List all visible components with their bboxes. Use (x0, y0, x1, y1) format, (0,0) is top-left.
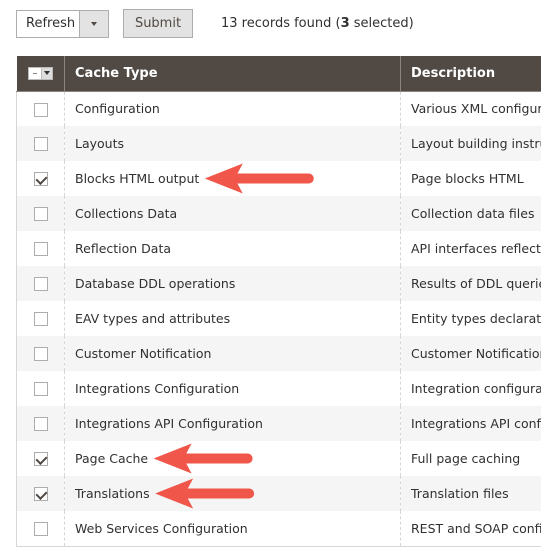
description-cell: Page blocks HTML (400, 161, 541, 196)
column-header-description[interactable]: Description (400, 56, 541, 92)
table-row[interactable]: ConfigurationVarious XML configurations (16, 91, 541, 126)
row-select-cell (16, 126, 65, 161)
row-select-cell (16, 91, 65, 126)
row-checkbox[interactable] (33, 277, 48, 292)
row-select-cell (16, 406, 65, 441)
cache-type-cell: Blocks HTML output (64, 161, 401, 196)
row-checkbox[interactable] (33, 137, 48, 152)
description-cell: Translation files (400, 476, 541, 511)
cache-type-cell: Page Cache (64, 441, 401, 476)
mass-select-header (16, 56, 65, 92)
mass-action-select[interactable]: Refresh (16, 9, 109, 38)
selected-count: 3 (340, 16, 350, 31)
row-select-cell (16, 336, 65, 371)
table-row[interactable]: Database DDL operations Results of DDL qu… (16, 266, 541, 301)
grid-body: ConfigurationVarious XML configurationsL… (16, 91, 541, 547)
table-row[interactable]: LayoutsLayout building instructions (16, 126, 541, 161)
description-cell: Results of DDL queries, such as describi… (400, 266, 541, 301)
description-cell: Collection data files (400, 196, 541, 231)
row-checkbox[interactable] (33, 487, 48, 502)
mass-select-control[interactable] (27, 66, 53, 80)
row-select-cell (16, 231, 65, 266)
row-checkbox[interactable] (33, 207, 48, 222)
records-suffix: selected) (349, 16, 414, 31)
records-prefix: 13 records found ( (221, 16, 341, 31)
table-row[interactable]: Collections Data Collection data files (16, 196, 541, 231)
row-checkbox[interactable] (33, 172, 48, 187)
row-select-cell (16, 301, 65, 336)
chevron-down-icon (91, 21, 97, 26)
description-cell: Entity types declaration cache (400, 301, 541, 336)
row-checkbox[interactable] (33, 347, 48, 362)
description-cell: REST and SOAP configurations, generated … (400, 511, 541, 547)
cache-type-cell: Reflection Data (64, 231, 401, 266)
grid-header-row: Cache Type Description (16, 56, 541, 92)
description-cell: Layout building instructions (400, 126, 541, 161)
row-select-cell (16, 161, 65, 196)
grid-toolbar: Refresh Submit 13 records found (3 selec… (16, 9, 414, 38)
chevron-down-icon (43, 71, 50, 76)
description-cell: Various XML configurations (400, 91, 541, 126)
row-checkbox[interactable] (33, 382, 48, 397)
row-checkbox[interactable] (33, 102, 48, 117)
cache-type-cell: Layouts (64, 126, 401, 161)
row-select-cell (16, 371, 65, 406)
table-row[interactable]: EAV types and attributes Entity types dec… (16, 301, 541, 336)
submit-button[interactable]: Submit (123, 9, 193, 38)
description-cell: Integration configuration file (400, 371, 541, 406)
cache-type-cell: Integrations API Configuration (64, 406, 401, 441)
table-row[interactable]: Customer Notification Customer Notificati… (16, 336, 541, 371)
row-checkbox[interactable] (33, 452, 48, 467)
cache-type-cell: Customer Notification (64, 336, 401, 371)
row-checkbox[interactable] (33, 522, 48, 536)
cache-type-cell: Web Services Configuration (64, 511, 401, 547)
row-select-cell (16, 441, 65, 476)
table-row[interactable]: Web Services Configuration REST and SOAP … (16, 511, 541, 547)
row-select-cell (16, 196, 65, 231)
description-cell: Customer Notification (400, 336, 541, 371)
records-count: 13 records found (3 selected) (221, 16, 414, 31)
cache-grid: Cache Type Description Configuration Vari… (16, 56, 541, 547)
row-select-cell (16, 266, 65, 301)
table-row[interactable]: Blocks HTML output Page blocks HTML (16, 161, 541, 196)
table-row[interactable]: Page Cache Full page caching (16, 441, 541, 476)
mass-action-toggle[interactable] (79, 10, 108, 37)
cache-type-cell: EAV types and attributes (64, 301, 401, 336)
table-row[interactable]: Integrations Configuration Integration co… (16, 371, 541, 406)
table-row[interactable]: Reflection DataAPI interfaces reflection… (16, 231, 541, 266)
row-select-cell (16, 511, 65, 547)
mass-select-checkbox[interactable] (29, 68, 41, 79)
description-cell: Integrations API configuration file (400, 406, 541, 441)
table-row[interactable]: Translations Translation files (16, 476, 541, 511)
cache-type-cell: Integrations Configuration (64, 371, 401, 406)
row-checkbox[interactable] (33, 312, 48, 327)
cache-type-cell: Configuration (64, 91, 401, 126)
row-checkbox[interactable] (33, 417, 48, 432)
column-header-cache-type[interactable]: Cache Type (64, 56, 401, 92)
description-cell: API interfaces reflection data (400, 231, 541, 266)
mass-action-label: Refresh (26, 15, 76, 31)
cache-type-cell: Translations (64, 476, 401, 511)
cache-type-cell: Collections Data (64, 196, 401, 231)
row-checkbox[interactable] (33, 242, 48, 257)
row-select-cell (16, 476, 65, 511)
mass-select-dropdown[interactable] (40, 67, 52, 79)
cache-type-cell: Database DDL operations (64, 266, 401, 301)
table-row[interactable]: Integrations API Configuration Integratio… (16, 406, 541, 441)
description-cell: Full page caching (400, 441, 541, 476)
